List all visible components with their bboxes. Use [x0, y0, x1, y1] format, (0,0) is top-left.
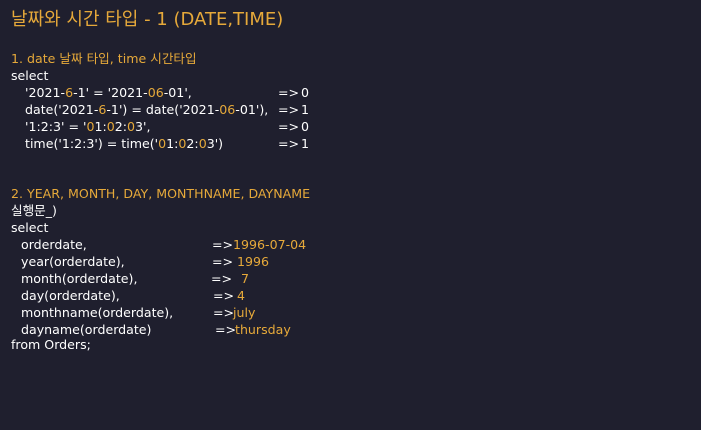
result-value: thursday: [235, 322, 291, 337]
result-arrow: =>: [215, 322, 237, 337]
expression-text: -01'),: [235, 102, 269, 117]
result-arrow: =>: [278, 85, 300, 100]
section1-expression: '1:2:3' = '01:02:03',: [25, 118, 151, 135]
from-clause: from Orders;: [11, 337, 91, 352]
section1-heading: 1. date 날짜 타입, time 시간타입: [11, 51, 197, 66]
result-arrow: =>: [278, 102, 300, 117]
expression-text: 2:: [114, 119, 128, 134]
expression-text: -01',: [163, 85, 192, 100]
result-value: 1996: [233, 254, 270, 269]
expression-text: '2021-: [25, 85, 66, 100]
result-arrow: =>: [278, 119, 300, 134]
expression-text: -1') = date('2021-: [106, 102, 220, 117]
highlighted-digit: 06: [147, 85, 164, 100]
result-arrow: =>: [213, 305, 235, 320]
result-value: 1996-07-04: [233, 237, 307, 252]
result-arrow: =>: [278, 136, 300, 151]
expression-text: 3'): [206, 136, 224, 151]
result-value: july: [233, 305, 256, 320]
section2-expression: year(orderdate),: [21, 254, 125, 269]
expression-text: '1:2:3' = ': [25, 119, 87, 134]
highlighted-digit: 06: [219, 102, 236, 117]
expression-text: time('1:2:3') = time(': [25, 136, 159, 151]
result-arrow: =>: [213, 288, 235, 303]
expression-text: 1:: [94, 119, 107, 134]
result-arrow: =>: [212, 237, 234, 252]
section2-expression: month(orderdate),: [21, 271, 138, 286]
section2-expression: day(orderdate),: [21, 288, 120, 303]
result-value: 0: [301, 119, 310, 134]
result-value: 4: [233, 288, 246, 303]
highlighted-digit: 6: [65, 85, 74, 100]
section2-expression: orderdate,: [21, 237, 87, 252]
section2-select-keyword: select: [11, 220, 49, 235]
result-value: 1: [301, 102, 310, 117]
section2-heading: 2. YEAR, MONTH, DAY, MONTHNAME, DAYNAME: [11, 186, 311, 201]
expression-text: 1:: [166, 136, 179, 151]
result-value: 1: [301, 136, 310, 151]
result-arrow: =>: [212, 254, 234, 269]
section1-expression: '2021-6-1' = '2021-06-01',: [25, 84, 192, 101]
highlighted-digit: 0: [198, 136, 207, 151]
expression-text: -1' = '2021-: [73, 85, 148, 100]
section1-expression: time('1:2:3') = time('01:02:03'): [25, 135, 223, 152]
expression-text: 2:: [186, 136, 199, 151]
section1-expression: date('2021-6-1') = date('2021-06-01'),: [25, 101, 268, 118]
section2-subheading: 실행문_): [11, 203, 57, 218]
result-arrow: =>: [211, 271, 233, 286]
result-value: 0: [301, 85, 310, 100]
result-value: 7: [233, 271, 250, 286]
page-title: 날짜와 시간 타입 - 1 (DATE,TIME): [11, 9, 284, 30]
highlighted-digit: 0: [106, 119, 115, 134]
expression-text: date('2021-: [25, 102, 99, 117]
section2-expression: monthname(orderdate),: [21, 305, 174, 320]
highlighted-digit: 0: [127, 119, 136, 134]
expression-text: 3',: [135, 119, 151, 134]
highlighted-digit: 0: [158, 136, 167, 151]
section1-select-keyword: select: [11, 68, 49, 83]
